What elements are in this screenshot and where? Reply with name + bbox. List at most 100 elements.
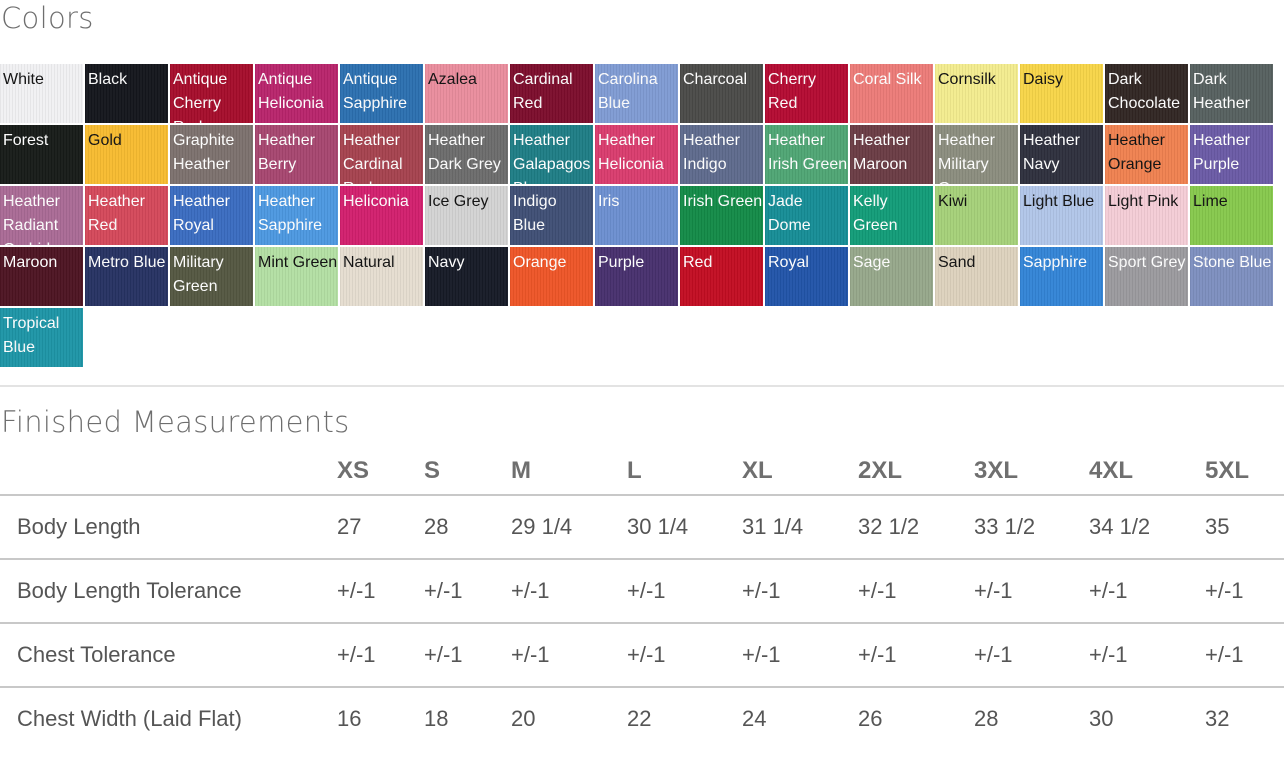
color-swatch-iris[interactable]: Iris — [595, 186, 678, 245]
color-swatch-heather-navy[interactable]: Heather Navy — [1020, 125, 1103, 184]
color-swatch-navy[interactable]: Navy — [425, 247, 508, 306]
color-swatch-heather-berry[interactable]: Heather Berry — [255, 125, 338, 184]
size-header: 5XL — [1205, 457, 1250, 484]
color-swatch-forest[interactable]: Forest — [0, 125, 83, 184]
color-swatch-heather-cardinal-red[interactable]: Heather Cardinal Red — [340, 125, 423, 184]
size-header: S — [424, 457, 441, 484]
measurement-value: +/-1 — [974, 622, 1089, 687]
color-swatch-cherry-red[interactable]: Cherry Red — [765, 64, 848, 123]
color-swatch-heather-radiant-orchid[interactable]: Heather Radiant Orchid — [0, 186, 83, 245]
swatch-label: Red — [683, 254, 713, 271]
swatch-label: Daisy — [1023, 71, 1064, 88]
color-swatch-antique-cherry-red[interactable]: Antique Cherry Red — [170, 64, 253, 123]
color-swatch-carolina-blue[interactable]: Carolina Blue — [595, 64, 678, 123]
color-swatch-irish-green[interactable]: Irish Green — [680, 186, 763, 245]
swatch-label: Heliconia — [343, 193, 409, 210]
color-swatch-heather-royal[interactable]: Heather Royal — [170, 186, 253, 245]
color-swatch-red[interactable]: Red — [680, 247, 763, 306]
colors-heading: Colors — [1, 1, 94, 35]
swatch-label: Natural — [343, 254, 395, 271]
color-swatch-grid: White Black Antique Cherry Red Antique Heli… — [0, 64, 1273, 367]
color-swatch-military-green[interactable]: Military Green — [170, 247, 253, 306]
color-swatch-natural[interactable]: Natural — [340, 247, 423, 306]
color-swatch-tropical-blue[interactable]: Tropical Blue — [0, 308, 83, 367]
color-swatch-heather-red[interactable]: Heather Red — [85, 186, 168, 245]
color-swatch-maroon[interactable]: Maroon — [0, 247, 83, 306]
color-swatch-metro-blue[interactable]: Metro Blue — [85, 247, 168, 306]
size-header: XS — [337, 457, 370, 484]
swatch-label: Heather Berry — [258, 132, 315, 173]
color-swatch-heather-orange[interactable]: Heather Orange — [1105, 125, 1188, 184]
swatch-label: Orange — [513, 254, 567, 271]
swatch-label: Purple — [598, 254, 645, 271]
color-swatch-dark-chocolate[interactable]: Dark Chocolate — [1105, 64, 1188, 123]
color-swatch-cornsilk[interactable]: Cornsilk — [935, 64, 1018, 123]
swatch-label: Ice Grey — [428, 193, 489, 210]
color-swatch-light-pink[interactable]: Light Pink — [1105, 186, 1188, 245]
color-swatch-dark-heather[interactable]: Dark Heather — [1190, 64, 1273, 123]
size-header: 3XL — [974, 457, 1019, 484]
measurement-value: 32 — [1205, 686, 1284, 750]
swatch-label: Cardinal Red — [513, 71, 573, 112]
color-swatch-heather-irish-green[interactable]: Heather Irish Green — [765, 125, 848, 184]
color-swatch-cardinal-red[interactable]: Cardinal Red — [510, 64, 593, 123]
measurement-value: 29 1/4 — [511, 494, 627, 559]
measurement-row: Chest Width (Laid Flat) 16 18 20 22 24 26 28 30 3… — [0, 686, 1284, 750]
color-swatch-mint-green[interactable]: Mint Green — [255, 247, 338, 306]
color-swatch-kiwi[interactable]: Kiwi — [935, 186, 1018, 245]
measurement-value: +/-1 — [742, 622, 858, 687]
color-swatch-graphite-heather[interactable]: Graphite Heather — [170, 125, 253, 184]
measurement-value: +/-1 — [974, 558, 1089, 623]
measurement-value: +/-1 — [627, 622, 742, 687]
color-swatch-white[interactable]: White — [0, 64, 83, 123]
color-swatch-gold[interactable]: Gold — [85, 125, 168, 184]
color-swatch-heather-heliconia[interactable]: Heather Heliconia — [595, 125, 678, 184]
color-swatch-orange[interactable]: Orange — [510, 247, 593, 306]
color-swatch-kelly-green[interactable]: Kelly Green — [850, 186, 933, 245]
color-swatch-heather-galapagos-blue[interactable]: Heather Galapagos Blue — [510, 125, 593, 184]
size-header: M — [511, 457, 531, 484]
color-swatch-sand[interactable]: Sand — [935, 247, 1018, 306]
color-swatch-heather-purple[interactable]: Heather Purple — [1190, 125, 1273, 184]
swatch-label: Cornsilk — [938, 71, 996, 88]
color-swatch-heather-military-green[interactable]: Heather Military Green — [935, 125, 1018, 184]
swatch-label: Light Blue — [1023, 193, 1095, 210]
color-swatch-heather-sapphire[interactable]: Heather Sapphire — [255, 186, 338, 245]
color-swatch-heliconia[interactable]: Heliconia — [340, 186, 423, 245]
color-swatch-heather-maroon[interactable]: Heather Maroon — [850, 125, 933, 184]
color-swatch-purple[interactable]: Purple — [595, 247, 678, 306]
swatch-label: Dark Chocolate — [1108, 71, 1181, 112]
color-swatch-ice-grey[interactable]: Ice Grey — [425, 186, 508, 245]
color-swatch-heather-dark-grey[interactable]: Heather Dark Grey — [425, 125, 508, 184]
swatch-label: White — [3, 71, 44, 88]
color-swatch-antique-sapphire[interactable]: Antique Sapphire — [340, 64, 423, 123]
color-swatch-sage[interactable]: Sage — [850, 247, 933, 306]
swatch-label: Gold — [88, 132, 122, 149]
color-swatch-sport-grey[interactable]: Sport Grey — [1105, 247, 1188, 306]
measurement-value: +/-1 — [858, 622, 974, 687]
swatch-label: Heather Radiant Orchid — [3, 193, 60, 245]
color-swatch-charcoal[interactable]: Charcoal — [680, 64, 763, 123]
color-swatch-black[interactable]: Black — [85, 64, 168, 123]
measurements-table: XS S M L XL 2XL 3XL 4XL 5XL Body Length 2… — [0, 448, 1284, 750]
color-swatch-light-blue[interactable]: Light Blue — [1020, 186, 1103, 245]
color-swatch-antique-heliconia[interactable]: Antique Heliconia — [255, 64, 338, 123]
color-swatch-azalea[interactable]: Azalea — [425, 64, 508, 123]
measurement-value: +/-1 — [337, 622, 424, 687]
measurement-value: 33 1/2 — [974, 494, 1089, 559]
measurement-label: Chest Width (Laid Flat) — [0, 686, 337, 750]
color-swatch-heather-indigo[interactable]: Heather Indigo — [680, 125, 763, 184]
measurement-value: +/-1 — [627, 558, 742, 623]
color-swatch-jade-dome[interactable]: Jade Dome — [765, 186, 848, 245]
color-swatch-coral-silk[interactable]: Coral Silk — [850, 64, 933, 123]
size-header: L — [627, 457, 642, 484]
swatch-label: Black — [88, 71, 128, 88]
color-swatch-royal[interactable]: Royal — [765, 247, 848, 306]
color-swatch-daisy[interactable]: Daisy — [1020, 64, 1103, 123]
color-swatch-sapphire[interactable]: Sapphire — [1020, 247, 1103, 306]
swatch-label: Heather Galapagos Blue — [513, 132, 591, 184]
color-swatch-indigo-blue[interactable]: Indigo Blue — [510, 186, 593, 245]
measurement-value: 32 1/2 — [858, 494, 974, 559]
color-swatch-lime[interactable]: Lime — [1190, 186, 1273, 245]
color-swatch-stone-blue[interactable]: Stone Blue — [1190, 247, 1273, 306]
